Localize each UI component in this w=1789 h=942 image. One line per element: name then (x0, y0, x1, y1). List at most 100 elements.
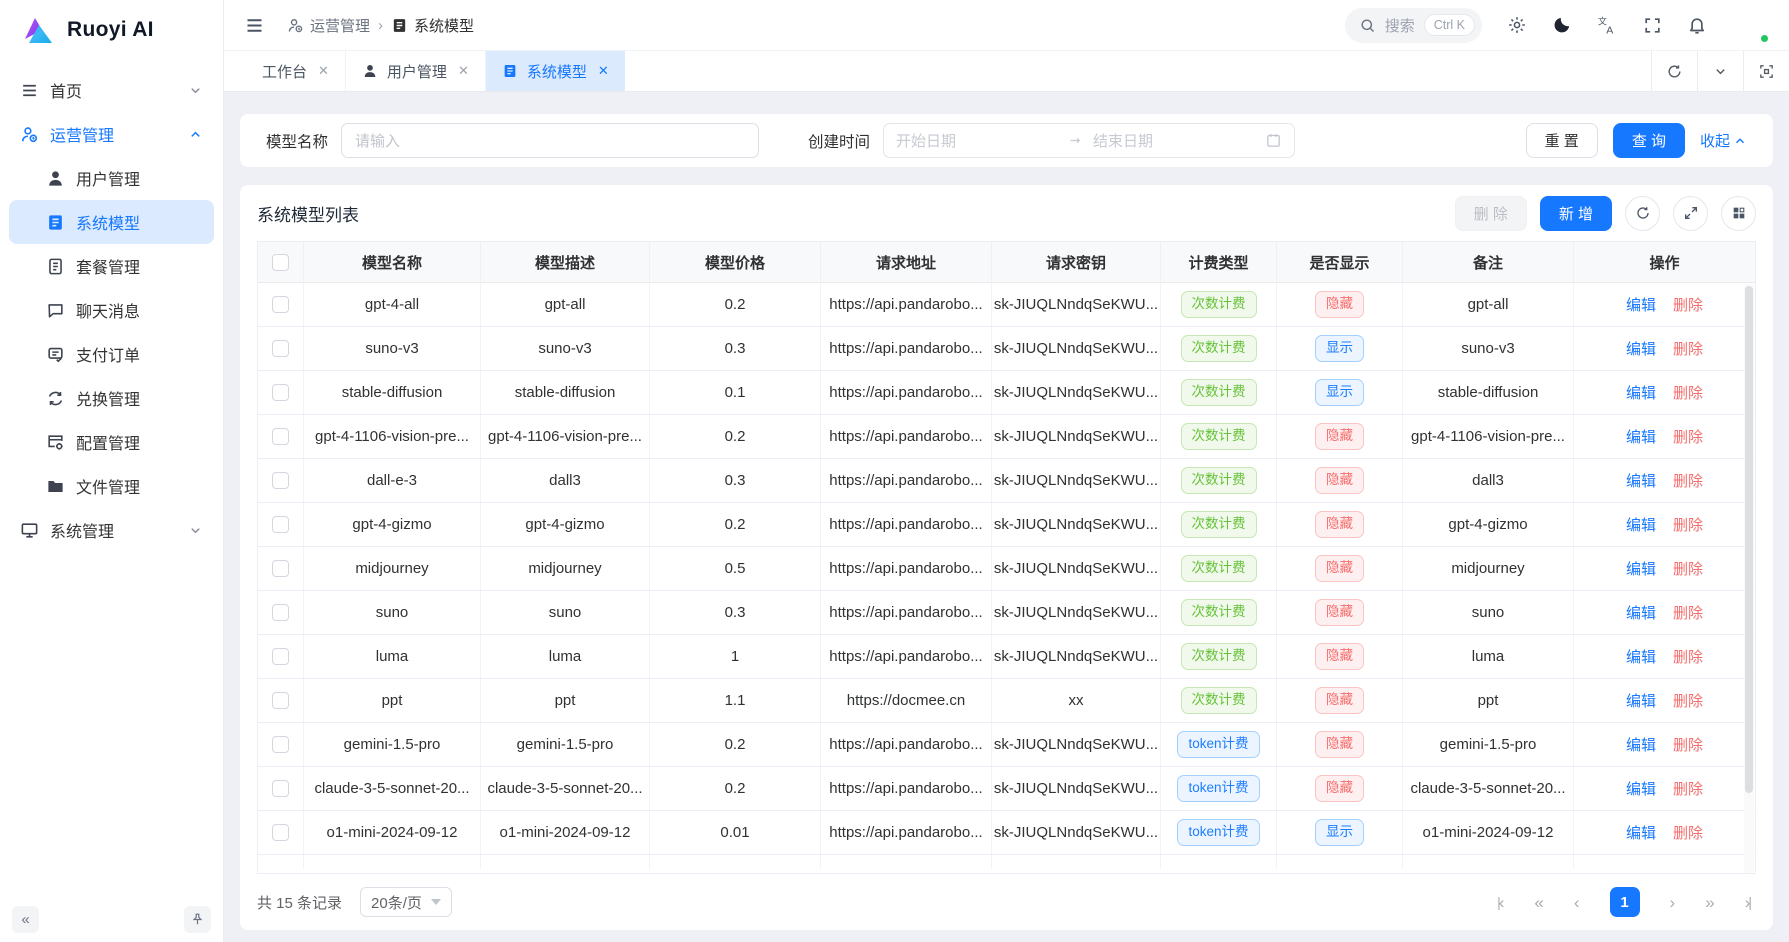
pagination-next-5-icon[interactable]: » (1705, 894, 1714, 911)
column-header[interactable]: 请求密钥 (992, 242, 1161, 283)
edit-link[interactable]: 编辑 (1626, 294, 1656, 315)
sidebar-item-config[interactable]: 配置管理 (9, 420, 214, 464)
delete-link[interactable]: 删除 (1673, 470, 1703, 491)
settings-icon[interactable] (1507, 15, 1527, 35)
sidebar-item-home[interactable]: 首页 (9, 68, 214, 112)
pagination-last-icon[interactable]: ›| (1745, 894, 1750, 911)
row-checkbox[interactable] (272, 428, 289, 445)
column-header[interactable]: 是否显示 (1277, 242, 1403, 283)
date-range-input[interactable]: 开始日期 结束日期 (883, 123, 1295, 158)
delete-link[interactable]: 删除 (1673, 558, 1703, 579)
sidebar-item-payment[interactable]: 支付订单 (9, 332, 214, 376)
collapse-filter-link[interactable]: 收起 (1700, 130, 1747, 151)
row-checkbox[interactable] (272, 472, 289, 489)
model-name-input[interactable]: 请输入 (341, 123, 759, 158)
close-icon[interactable]: ✕ (318, 63, 329, 79)
refresh-icon[interactable] (1651, 51, 1697, 91)
delete-link[interactable]: 删除 (1673, 646, 1703, 667)
column-header[interactable]: 计费类型 (1161, 242, 1277, 283)
row-checkbox[interactable] (272, 736, 289, 753)
tab-workbench[interactable]: 工作台 ✕ (246, 51, 346, 91)
delete-link[interactable]: 删除 (1673, 778, 1703, 799)
delete-button[interactable]: 删 除 (1455, 196, 1527, 231)
edit-link[interactable]: 编辑 (1626, 558, 1656, 579)
edit-link[interactable]: 编辑 (1626, 646, 1656, 667)
column-header[interactable]: 请求地址 (821, 242, 992, 283)
column-settings-icon[interactable] (1721, 196, 1756, 231)
row-checkbox[interactable] (272, 824, 289, 841)
page-size-select[interactable]: 20条/页 (360, 887, 452, 917)
delete-link[interactable]: 删除 (1673, 338, 1703, 359)
close-icon[interactable]: ✕ (458, 63, 469, 79)
edit-link[interactable]: 编辑 (1626, 690, 1656, 711)
content-fullscreen-icon[interactable] (1743, 51, 1789, 91)
sidebar-collapse-button[interactable]: « (12, 906, 39, 933)
global-search[interactable]: 搜索 Ctrl K (1345, 8, 1482, 43)
edit-link[interactable]: 编辑 (1626, 602, 1656, 623)
row-checkbox[interactable] (272, 340, 289, 357)
edit-link[interactable]: 编辑 (1626, 822, 1656, 843)
row-checkbox[interactable] (272, 780, 289, 797)
column-header[interactable]: 操作 (1574, 242, 1755, 283)
pagination-next-icon[interactable]: › (1670, 894, 1676, 911)
reset-button[interactable]: 重 置 (1526, 123, 1598, 158)
row-checkbox[interactable] (272, 560, 289, 577)
table-scrollbar[interactable] (1744, 284, 1754, 873)
moon-icon[interactable] (1552, 15, 1572, 35)
delete-link[interactable]: 删除 (1673, 602, 1703, 623)
edit-link[interactable]: 编辑 (1626, 338, 1656, 359)
add-button[interactable]: 新 增 (1540, 196, 1612, 231)
close-icon[interactable]: ✕ (598, 63, 609, 79)
edit-link[interactable]: 编辑 (1626, 734, 1656, 755)
pagination-page-1[interactable]: 1 (1610, 887, 1640, 917)
column-header[interactable]: 模型名称 (304, 242, 481, 283)
row-checkbox[interactable] (272, 692, 289, 709)
delete-link[interactable]: 删除 (1673, 514, 1703, 535)
sidebar-item-users[interactable]: 用户管理 (9, 156, 214, 200)
edit-link[interactable]: 编辑 (1626, 778, 1656, 799)
row-checkbox[interactable] (272, 296, 289, 313)
delete-link[interactable]: 删除 (1673, 734, 1703, 755)
edit-link[interactable]: 编辑 (1626, 470, 1656, 491)
translate-icon[interactable]: 文A (1597, 15, 1618, 36)
tab-user-management[interactable]: 用户管理 ✕ (346, 51, 486, 91)
row-checkbox[interactable] (272, 604, 289, 621)
tab-system-model[interactable]: 系统模型 ✕ (486, 51, 625, 91)
edit-link[interactable]: 编辑 (1626, 426, 1656, 447)
breadcrumb-operation[interactable]: 运营管理 (287, 15, 370, 36)
pagination-prev-icon[interactable]: ‹ (1574, 894, 1580, 911)
logo[interactable]: Ruoyi AI (0, 0, 223, 60)
pagination-first-icon[interactable]: |‹ (1499, 894, 1504, 911)
column-header[interactable]: 模型描述 (481, 242, 650, 283)
edit-link[interactable]: 编辑 (1626, 382, 1656, 403)
table-refresh-icon[interactable] (1625, 196, 1660, 231)
sidebar-item-package[interactable]: 套餐管理 (9, 244, 214, 288)
select-all-checkbox[interactable] (272, 254, 289, 271)
scrollbar-thumb[interactable] (1745, 286, 1753, 793)
delete-link[interactable]: 删除 (1673, 822, 1703, 843)
row-checkbox[interactable] (272, 648, 289, 665)
search-button[interactable]: 查 询 (1613, 123, 1685, 158)
delete-link[interactable]: 删除 (1673, 382, 1703, 403)
bell-icon[interactable] (1687, 15, 1707, 35)
table-fullscreen-icon[interactable] (1673, 196, 1708, 231)
breadcrumb-system-model[interactable]: 系统模型 (391, 15, 474, 36)
sidebar-item-operation[interactable]: 运营管理 (9, 112, 214, 156)
sidebar-item-exchange[interactable]: 兑换管理 (9, 376, 214, 420)
menu-toggle-icon[interactable] (244, 15, 265, 36)
user-avatar[interactable] (1732, 7, 1769, 44)
row-checkbox[interactable] (272, 384, 289, 401)
row-checkbox[interactable] (272, 516, 289, 533)
column-header[interactable]: 备注 (1403, 242, 1574, 283)
fullscreen-icon[interactable] (1643, 16, 1662, 35)
sidebar-item-system-model[interactable]: 系统模型 (9, 200, 214, 244)
edit-link[interactable]: 编辑 (1626, 514, 1656, 535)
sidebar-item-system[interactable]: 系统管理 (9, 508, 214, 552)
chevron-down-icon[interactable] (1697, 51, 1743, 91)
sidebar-item-files[interactable]: 文件管理 (9, 464, 214, 508)
pin-icon[interactable] (184, 906, 211, 933)
sidebar-item-chat[interactable]: 聊天消息 (9, 288, 214, 332)
pagination-prev-5-icon[interactable]: « (1534, 894, 1543, 911)
delete-link[interactable]: 删除 (1673, 426, 1703, 447)
delete-link[interactable]: 删除 (1673, 294, 1703, 315)
